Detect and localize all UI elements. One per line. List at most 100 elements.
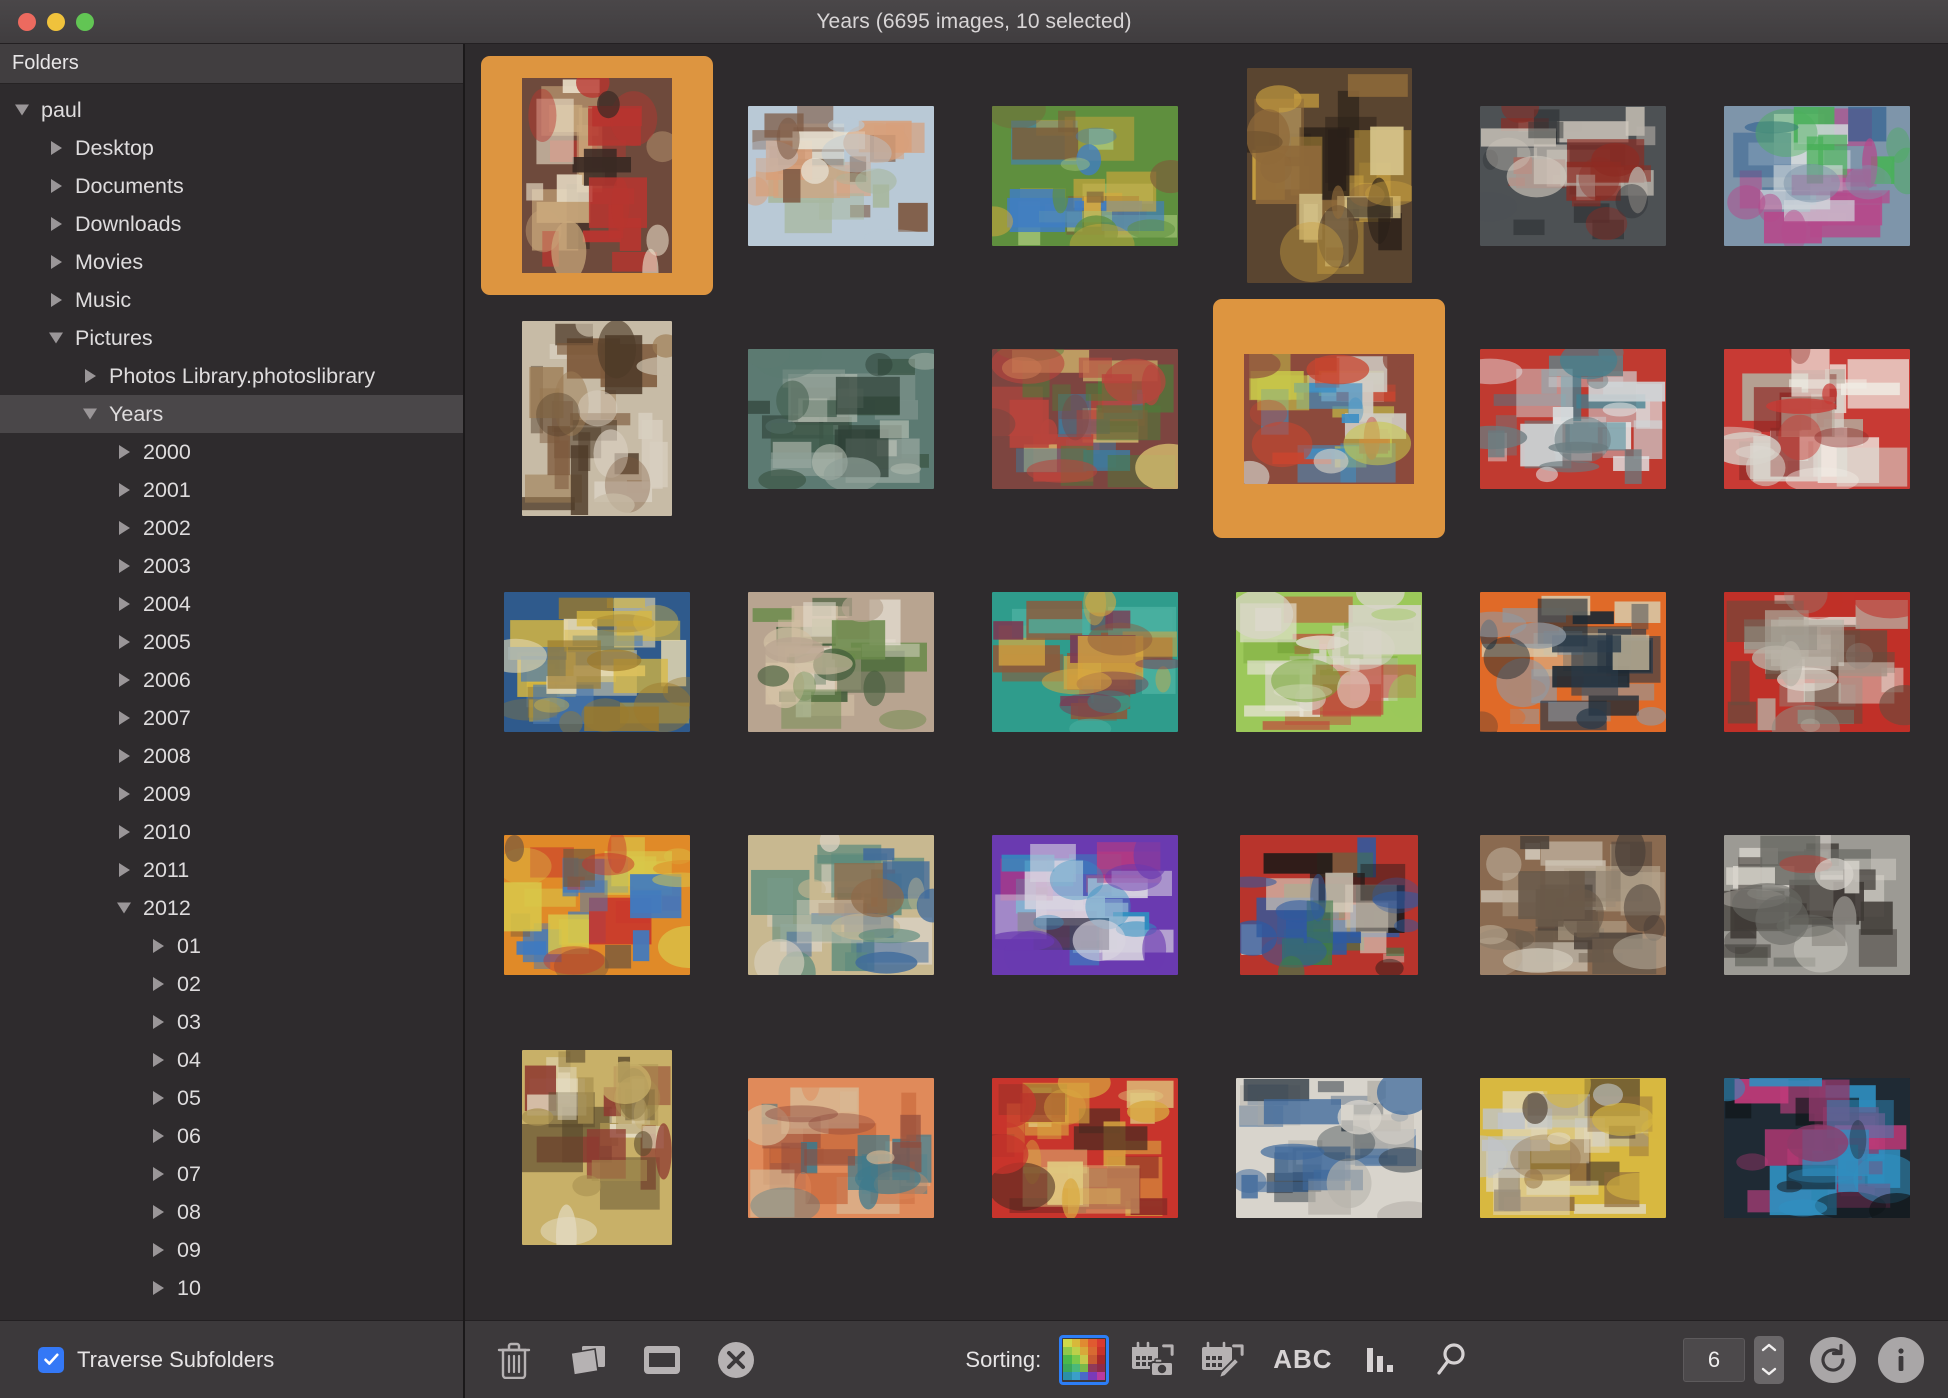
twisty-expanded-icon[interactable] xyxy=(82,395,104,433)
sidebar-item-03[interactable]: 03 xyxy=(0,1003,463,1041)
sort-by-color[interactable] xyxy=(1059,1334,1110,1385)
thumbnail-cell[interactable] xyxy=(1451,540,1695,783)
delete-button[interactable] xyxy=(491,1337,537,1383)
guitar-and-car-lights[interactable] xyxy=(1480,1077,1666,1218)
cafe-tables-chairs[interactable] xyxy=(1480,348,1666,489)
thumbnail-cell[interactable] xyxy=(1695,783,1939,1026)
neon-tunnel-architecture[interactable] xyxy=(1724,1077,1910,1218)
twisty-collapsed-icon[interactable] xyxy=(116,661,138,699)
twisty-collapsed-icon[interactable] xyxy=(116,509,138,547)
thumbnail-cell[interactable] xyxy=(719,1026,963,1269)
street-artist-canvas[interactable] xyxy=(1480,591,1666,732)
teddy-bear-shop-window[interactable] xyxy=(522,78,672,273)
dragon-roof-ornament[interactable] xyxy=(504,834,690,975)
thumbnail-cell[interactable] xyxy=(475,783,719,1026)
thumbnail-cell[interactable] xyxy=(719,540,963,783)
thumbnail-cell[interactable] xyxy=(963,1269,1207,1320)
painted-wall-figures[interactable] xyxy=(748,834,934,975)
twisty-collapsed-icon[interactable] xyxy=(150,1193,172,1231)
sidebar-item-2010[interactable]: 2010 xyxy=(0,813,463,851)
red-shop-facade-street[interactable] xyxy=(1724,591,1910,732)
sidebar-item-pictures[interactable]: Pictures xyxy=(0,319,463,357)
thumbnail-cell[interactable] xyxy=(1207,540,1451,783)
twisty-collapsed-icon[interactable] xyxy=(150,1269,172,1307)
sidebar-item-02[interactable]: 02 xyxy=(0,965,463,1003)
sidebar-item-2001[interactable]: 2001 xyxy=(0,471,463,509)
twisty-collapsed-icon[interactable] xyxy=(150,1117,172,1155)
sidebar-item-2011[interactable]: 2011 xyxy=(0,851,463,889)
columns-input[interactable]: 6 xyxy=(1683,1337,1746,1382)
shopping-street-crowd[interactable] xyxy=(1724,834,1910,975)
sidebar-item-movies[interactable]: Movies xyxy=(0,243,463,281)
thumbnail-cell[interactable] xyxy=(963,1026,1207,1269)
sidebar-item-08[interactable]: 08 xyxy=(0,1193,463,1231)
sidebar-item-2006[interactable]: 2006 xyxy=(0,661,463,699)
thumbnail-cell[interactable] xyxy=(719,297,963,540)
thumbnail-cell[interactable] xyxy=(1207,783,1451,1026)
gym-hall-with-ropes[interactable] xyxy=(1236,591,1422,732)
classic-interior-room[interactable] xyxy=(522,1050,672,1245)
climbing-figures-facade[interactable] xyxy=(1244,353,1414,484)
twisty-collapsed-icon[interactable] xyxy=(150,1155,172,1193)
thumbnail-cell[interactable] xyxy=(963,54,1207,297)
sidebar-item-2012[interactable]: 2012 xyxy=(0,889,463,927)
sidebar-item-desktop[interactable]: Desktop xyxy=(0,129,463,167)
thumbnail-cell[interactable] xyxy=(1695,540,1939,783)
thumbnail-cell[interactable] xyxy=(475,54,719,297)
twisty-collapsed-icon[interactable] xyxy=(116,623,138,661)
sidebar-item-years[interactable]: Years xyxy=(0,395,463,433)
sidebar-item-2003[interactable]: 2003 xyxy=(0,547,463,585)
thumbnail-cell[interactable] xyxy=(1451,54,1695,297)
sort-by-name[interactable]: ABC xyxy=(1269,1335,1336,1385)
sort-by-search[interactable] xyxy=(1427,1335,1477,1385)
twisty-collapsed-icon[interactable] xyxy=(150,1041,172,1079)
sidebar-item-paul[interactable]: paul xyxy=(0,91,463,129)
graffiti-wall-mural[interactable] xyxy=(992,348,1178,489)
ornate-temple-interior[interactable] xyxy=(992,1077,1178,1218)
zoom-button[interactable] xyxy=(76,12,94,31)
sort-by-date-modified[interactable] xyxy=(1199,1335,1249,1385)
twisty-collapsed-icon[interactable] xyxy=(150,927,172,965)
twisty-collapsed-icon[interactable] xyxy=(48,205,70,243)
stone-lion-statue[interactable] xyxy=(748,348,934,489)
sidebar-item-04[interactable]: 04 xyxy=(0,1041,463,1079)
twisty-collapsed-icon[interactable] xyxy=(116,547,138,585)
sort-by-size[interactable] xyxy=(1357,1335,1407,1385)
twisty-collapsed-icon[interactable] xyxy=(116,471,138,509)
sidebar-item-10[interactable]: 10 xyxy=(0,1269,463,1307)
pineapples-on-shelf[interactable] xyxy=(504,591,690,732)
thumbnail-cell[interactable] xyxy=(1695,1026,1939,1269)
market-stall-produce[interactable] xyxy=(1246,68,1412,283)
knitted-tree-trunk[interactable] xyxy=(992,105,1178,246)
twisty-collapsed-icon[interactable] xyxy=(116,699,138,737)
twisty-collapsed-icon[interactable] xyxy=(116,585,138,623)
thumbnail-grid[interactable] xyxy=(475,54,1948,1320)
thumbnail-cell[interactable] xyxy=(1695,54,1939,297)
carousel-canopy[interactable] xyxy=(1724,348,1910,489)
cushions-on-bench[interactable] xyxy=(992,591,1178,732)
thumbnail-cell[interactable] xyxy=(1451,783,1695,1026)
eiffel-tower-painting[interactable] xyxy=(992,834,1178,975)
thumbnail-scroll-area[interactable] xyxy=(465,44,1948,1320)
twisty-collapsed-icon[interactable] xyxy=(48,129,70,167)
sidebar-item-2004[interactable]: 2004 xyxy=(0,585,463,623)
twisty-collapsed-icon[interactable] xyxy=(116,775,138,813)
thumbnail-cell[interactable] xyxy=(1451,297,1695,540)
twisty-collapsed-icon[interactable] xyxy=(150,1003,172,1041)
deselect-button[interactable] xyxy=(713,1337,759,1383)
thumbnail-cell[interactable] xyxy=(963,783,1207,1026)
thumbnail-cell[interactable] xyxy=(963,540,1207,783)
sidebar-item-music[interactable]: Music xyxy=(0,281,463,319)
sidebar-item-05[interactable]: 05 xyxy=(0,1079,463,1117)
twisty-collapsed-icon[interactable] xyxy=(150,1231,172,1269)
reload-button[interactable] xyxy=(1810,1336,1857,1383)
thumbnail-cell[interactable] xyxy=(1695,297,1939,540)
sidebar-item-01[interactable]: 01 xyxy=(0,927,463,965)
sidebar-item-downloads[interactable]: Downloads xyxy=(0,205,463,243)
thumbnail-cell[interactable] xyxy=(475,297,719,540)
thumbnail-cell[interactable] xyxy=(475,540,719,783)
twisty-collapsed-icon[interactable] xyxy=(150,965,172,1003)
stained-glass-window[interactable] xyxy=(1240,834,1418,975)
twisty-collapsed-icon[interactable] xyxy=(48,243,70,281)
twisty-collapsed-icon[interactable] xyxy=(48,281,70,319)
